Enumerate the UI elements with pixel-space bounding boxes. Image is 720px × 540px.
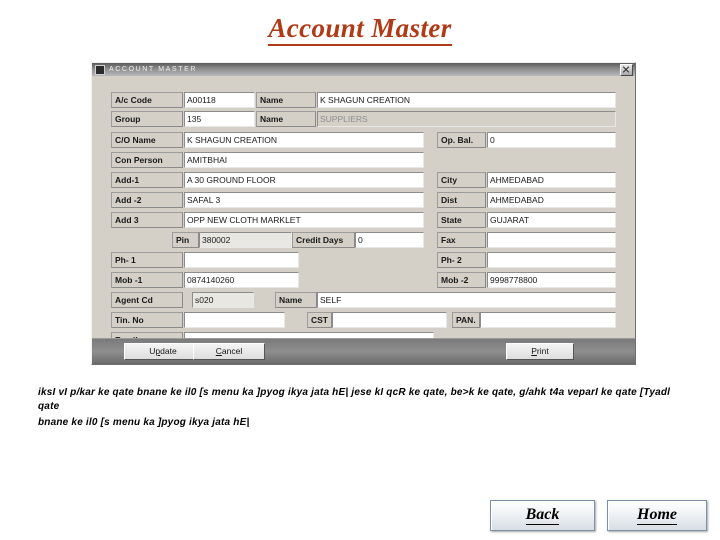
- back-button-label: Back: [525, 506, 560, 525]
- input-agent-cd[interactable]: s020: [192, 292, 254, 308]
- input-ac-code[interactable]: A00118: [184, 92, 255, 108]
- account-master-form: A/c Code A00118 Name K SHAGUN CREATION G…: [92, 76, 635, 348]
- label-ac-code: A/c Code: [111, 92, 183, 108]
- input-cst[interactable]: [332, 312, 447, 328]
- label-ph2: Ph- 2: [437, 252, 486, 268]
- label-pin: Pin: [172, 232, 199, 248]
- home-button-label: Home: [637, 506, 677, 525]
- input-add1[interactable]: A 30 GROUND FLOOR: [184, 172, 424, 188]
- label-pan: PAN.: [452, 312, 480, 328]
- dialog-button-bar: Update Cancel Print: [92, 338, 635, 364]
- input-dist[interactable]: AHMEDABAD: [487, 192, 616, 208]
- account-master-window: ACCOUNT MASTER A/c Code A00118 Name K SH…: [91, 62, 636, 365]
- label-dist: Dist: [437, 192, 486, 208]
- label-add3: Add 3: [111, 212, 183, 228]
- input-state[interactable]: GUJARAT: [487, 212, 616, 228]
- input-mob2[interactable]: 9998778800: [487, 272, 616, 288]
- label-city: City: [437, 172, 486, 188]
- input-pin[interactable]: 380002: [199, 232, 292, 248]
- input-city[interactable]: AHMEDABAD: [487, 172, 616, 188]
- label-ph1: Ph- 1: [111, 252, 183, 268]
- description-paragraph-1: iksI vI p/kar ke qate bnane ke il0 [s me…: [38, 387, 671, 412]
- label-agent-cd: Agent Cd: [111, 292, 183, 308]
- input-agent-name[interactable]: SELF: [317, 292, 616, 308]
- input-pan[interactable]: [480, 312, 616, 328]
- label-credit-days: Credit Days: [292, 232, 355, 248]
- input-fax[interactable]: [487, 232, 616, 248]
- close-icon[interactable]: [620, 63, 633, 76]
- input-ph2[interactable]: [487, 252, 616, 268]
- label-mob1: Mob -1: [111, 272, 183, 288]
- window-titlebar: ACCOUNT MASTER: [92, 63, 635, 76]
- label-agent-name: Name: [275, 292, 317, 308]
- label-co-name: C/O Name: [111, 132, 183, 148]
- label-add2: Add -2: [111, 192, 183, 208]
- label-con-person: Con Person: [111, 152, 183, 168]
- update-button[interactable]: Update: [124, 343, 202, 360]
- label-add1: Add-1: [111, 172, 183, 188]
- label-fax: Fax: [437, 232, 486, 248]
- input-ac-name[interactable]: K SHAGUN CREATION: [317, 92, 616, 108]
- label-cst: CST: [307, 312, 332, 328]
- label-op-bal: Op. Bal.: [437, 132, 486, 148]
- input-credit-days[interactable]: 0: [355, 232, 424, 248]
- window-title: ACCOUNT MASTER: [109, 66, 197, 73]
- input-tin-no[interactable]: [184, 312, 285, 328]
- input-mob1[interactable]: 0874140260: [184, 272, 299, 288]
- input-group[interactable]: 135: [184, 111, 255, 127]
- page-title: Account Master: [0, 13, 720, 46]
- input-ph1[interactable]: [184, 252, 299, 268]
- back-button[interactable]: Back: [490, 500, 595, 531]
- input-con-person[interactable]: AMITBHAI: [184, 152, 424, 168]
- label-group-name: Name: [256, 111, 316, 127]
- label-group: Group: [111, 111, 183, 127]
- input-co-name[interactable]: K SHAGUN CREATION: [184, 132, 424, 148]
- input-add2[interactable]: SAFAL 3: [184, 192, 424, 208]
- label-mob2: Mob -2: [437, 272, 486, 288]
- description-paragraph-2: bnane ke il0 [s menu ka ]pyog ikya jata …: [38, 417, 250, 428]
- input-op-bal[interactable]: 0: [487, 132, 616, 148]
- page-title-text: Account Master: [268, 13, 452, 46]
- label-tin-no: Tin. No: [111, 312, 183, 328]
- label-ac-name: Name: [256, 92, 316, 108]
- label-state: State: [437, 212, 486, 228]
- home-button[interactable]: Home: [607, 500, 707, 531]
- app-icon: [95, 64, 105, 75]
- cancel-button[interactable]: Cancel: [193, 343, 265, 360]
- print-button[interactable]: Print: [506, 343, 574, 360]
- input-add3[interactable]: OPP NEW CLOTH MARKLET: [184, 212, 424, 228]
- input-group-name: SUPPLIERS: [317, 111, 616, 127]
